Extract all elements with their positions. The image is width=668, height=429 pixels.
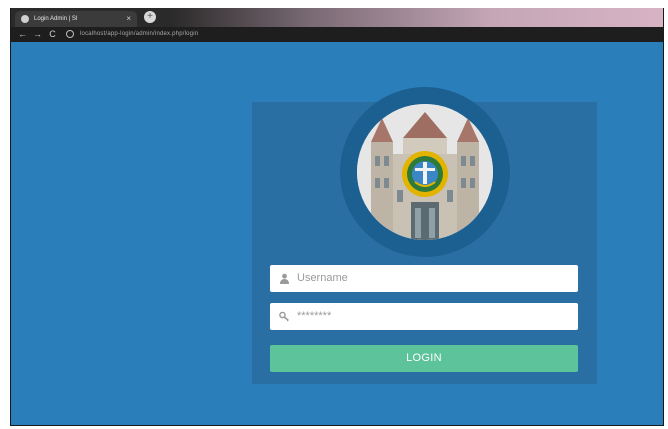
tab-bar: Login Admin | SI × + <box>11 8 663 27</box>
browser-toolbar: ← → C localhost/app-login/admin/index.ph… <box>11 27 663 42</box>
login-button[interactable]: LOGIN <box>270 345 578 372</box>
favicon-icon <box>21 15 29 23</box>
reload-icon[interactable]: C <box>47 28 58 40</box>
tab-title: Login Admin | SI <box>34 16 78 22</box>
username-placeholder: Username <box>297 272 348 284</box>
browser-window: Login Admin | SI × + ← → C localhost/app… <box>10 8 664 426</box>
login-panel: Username ******** LOGIN <box>252 87 597 384</box>
forward-icon[interactable]: → <box>32 28 43 40</box>
new-tab-button[interactable]: + <box>144 11 156 23</box>
site-info-icon[interactable] <box>66 30 74 38</box>
username-field[interactable]: Username <box>270 265 578 292</box>
password-field[interactable]: ******** <box>270 303 578 330</box>
building-logo-image <box>357 104 493 240</box>
address-bar[interactable]: localhost/app-login/admin/index.php/logi… <box>80 28 198 41</box>
password-placeholder: ******** <box>297 310 332 322</box>
back-icon[interactable]: ← <box>17 28 28 40</box>
close-tab-icon[interactable]: × <box>126 13 131 25</box>
browser-tab[interactable]: Login Admin | SI × <box>15 11 137 27</box>
user-icon <box>280 273 289 284</box>
logo-ring <box>340 87 510 257</box>
key-icon <box>279 311 289 322</box>
